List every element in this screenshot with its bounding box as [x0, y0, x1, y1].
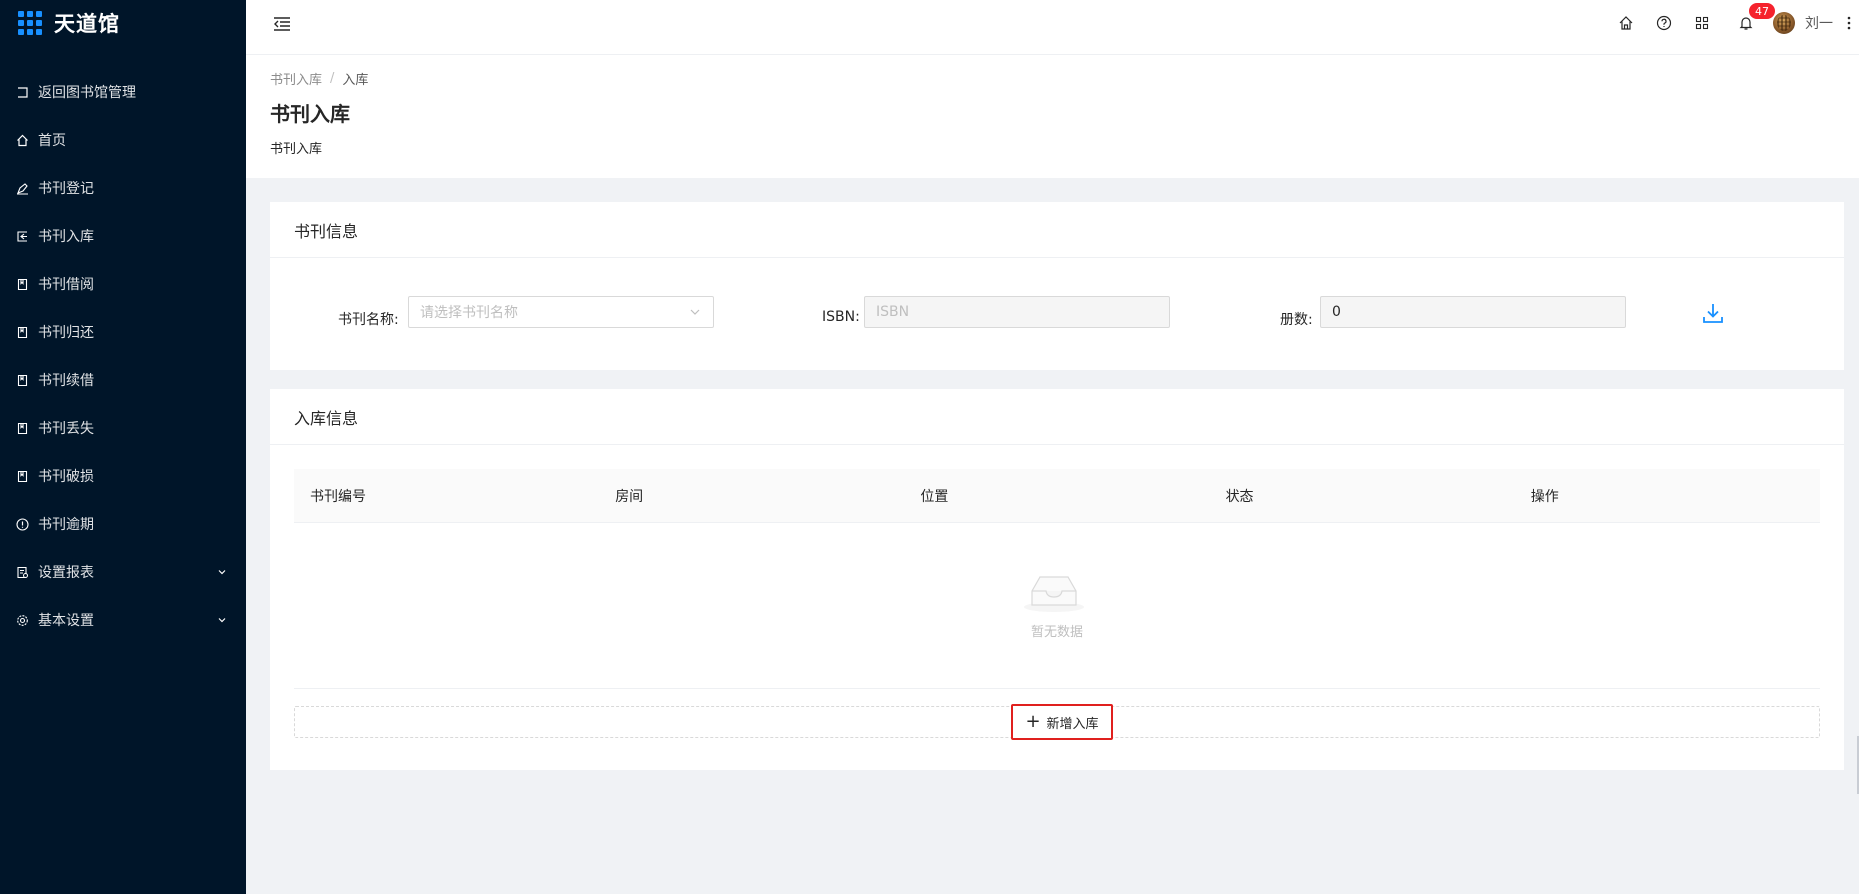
sidebar-item-label: 首页: [38, 133, 66, 149]
sidebar-item-label: 书刊续借: [38, 373, 94, 389]
isbn-input[interactable]: ISBN: [864, 296, 1170, 328]
breadcrumb-link[interactable]: 书刊入库: [270, 69, 322, 88]
count-value: 0: [1332, 304, 1341, 320]
sidebar-item-basic-settings[interactable]: 基本设置: [0, 596, 246, 644]
app-grid-icon: [18, 11, 42, 35]
isbn-placeholder: ISBN: [876, 304, 910, 320]
avatar: [1773, 12, 1795, 34]
gear-icon: [14, 612, 30, 628]
sidebar-item-label: 设置报表: [38, 565, 94, 581]
sidebar-menu: 返回图书馆管理 首页 书刊登记 书刊入库 书刊借阅 书刊归还 书刊续借 书刊丢失…: [0, 68, 246, 644]
book-info-card: 书刊信息 书刊名称: 请选择书刊名称 ISBN: ISBN 册数: 0: [270, 202, 1844, 370]
sidebar-item-label: 返回图书馆管理: [38, 85, 136, 101]
header-actions: 47 刘一: [1607, 0, 1859, 46]
column-header: 位置: [920, 488, 949, 505]
top-header: 47 刘一: [246, 0, 1859, 55]
sidebar-item-return[interactable]: 书刊归还: [0, 308, 246, 356]
add-storage-label: 新增入库: [1046, 716, 1099, 732]
home-icon[interactable]: [1607, 0, 1645, 46]
app-title: 天道馆: [54, 12, 120, 36]
isbn-label: ISBN:: [822, 309, 860, 325]
sidebar-item-label: 书刊丢失: [38, 421, 94, 437]
book-icon: [14, 420, 30, 436]
report-icon: [14, 564, 30, 580]
table-empty-state: 暂无数据: [294, 523, 1820, 689]
return-icon: [14, 84, 30, 100]
sidebar-item-label: 书刊登记: [38, 181, 94, 197]
logo[interactable]: 天道馆: [0, 0, 246, 46]
sidebar-item-return-library[interactable]: 返回图书馆管理: [0, 68, 246, 116]
book-icon: [14, 324, 30, 340]
book-icon: [14, 468, 30, 484]
column-header: 书刊编号: [310, 488, 366, 505]
sidebar-item-report-settings[interactable]: 设置报表: [0, 548, 246, 596]
sidebar-item-label: 书刊破损: [38, 469, 94, 485]
apps-icon[interactable]: [1683, 0, 1721, 46]
empty-text: 暂无数据: [1030, 625, 1083, 640]
column-header: 状态: [1225, 488, 1254, 505]
sidebar-item-renew[interactable]: 书刊续借: [0, 356, 246, 404]
book-info-form: 书刊名称: 请选择书刊名称 ISBN: ISBN 册数: 0: [270, 258, 1844, 368]
more-vertical-icon[interactable]: [1839, 0, 1859, 46]
sidebar-item-label: 基本设置: [38, 613, 94, 629]
breadcrumb: 书刊入库 / 入库: [270, 69, 368, 88]
menu-fold-icon[interactable]: [270, 12, 294, 36]
sidebar: 天道馆 返回图书馆管理 首页 书刊登记 书刊入库 书刊借阅 书刊归还 书刊续借 …: [0, 0, 246, 894]
book-name-placeholder: 请选择书刊名称: [420, 305, 518, 321]
sidebar-item-import[interactable]: 书刊入库: [0, 212, 246, 260]
storage-info-card: 入库信息 书刊编号 房间 位置 状态 操作 暂无数据 + 新增入库: [270, 389, 1844, 770]
chevron-down-icon: [216, 566, 228, 578]
sidebar-item-damaged[interactable]: 书刊破损: [0, 452, 246, 500]
column-header: 房间: [615, 488, 644, 505]
notification-bell-icon[interactable]: 47: [1727, 0, 1776, 46]
card-title: 书刊信息: [270, 202, 1844, 258]
page-header: 书刊入库 / 入库 书刊入库 书刊入库: [246, 55, 1859, 178]
sidebar-item-label: 书刊入库: [38, 229, 94, 245]
table-header: 书刊编号 房间 位置 状态 操作: [294, 469, 1820, 523]
notification-badge: 47: [1748, 2, 1776, 20]
sidebar-item-borrow[interactable]: 书刊借阅: [0, 260, 246, 308]
page-title: 书刊入库: [270, 102, 350, 126]
count-label: 册数:: [1280, 312, 1313, 328]
column-header: 操作: [1530, 488, 1559, 505]
chevron-down-icon: [216, 614, 228, 626]
chevron-down-icon: [689, 306, 701, 322]
count-input[interactable]: 0: [1320, 296, 1626, 328]
user-name: 刘一: [1805, 16, 1833, 32]
sidebar-item-label: 书刊归还: [38, 325, 94, 341]
storage-table: 书刊编号 房间 位置 状态 操作 暂无数据: [294, 469, 1820, 689]
sidebar-item-register[interactable]: 书刊登记: [0, 164, 246, 212]
sidebar-item-overdue[interactable]: 书刊逾期: [0, 500, 246, 548]
sidebar-item-lost[interactable]: 书刊丢失: [0, 404, 246, 452]
help-icon[interactable]: [1645, 0, 1683, 46]
breadcrumb-separator: /: [330, 71, 335, 86]
book-icon: [14, 372, 30, 388]
add-storage-button[interactable]: + 新增入库: [1011, 704, 1113, 740]
exclamation-circle-icon: [14, 516, 30, 532]
download-icon[interactable]: [1700, 300, 1726, 326]
book-name-select[interactable]: 请选择书刊名称: [408, 296, 714, 328]
book-icon: [14, 276, 30, 292]
sidebar-item-home[interactable]: 首页: [0, 116, 246, 164]
sidebar-item-label: 书刊借阅: [38, 277, 94, 293]
sidebar-item-label: 书刊逾期: [38, 517, 94, 533]
book-name-label: 书刊名称:: [338, 312, 399, 328]
empty-inbox-icon: [1022, 569, 1086, 617]
card-title: 入库信息: [270, 389, 1844, 445]
pen-icon: [14, 180, 30, 196]
home-icon: [14, 132, 30, 148]
page-description: 书刊入库: [270, 142, 323, 157]
plus-icon: +: [1025, 711, 1041, 732]
user-menu[interactable]: 刘一: [1765, 0, 1839, 46]
import-icon: [14, 228, 30, 244]
add-row-bar[interactable]: + 新增入库: [294, 704, 1820, 740]
breadcrumb-current: 入库: [342, 73, 369, 88]
